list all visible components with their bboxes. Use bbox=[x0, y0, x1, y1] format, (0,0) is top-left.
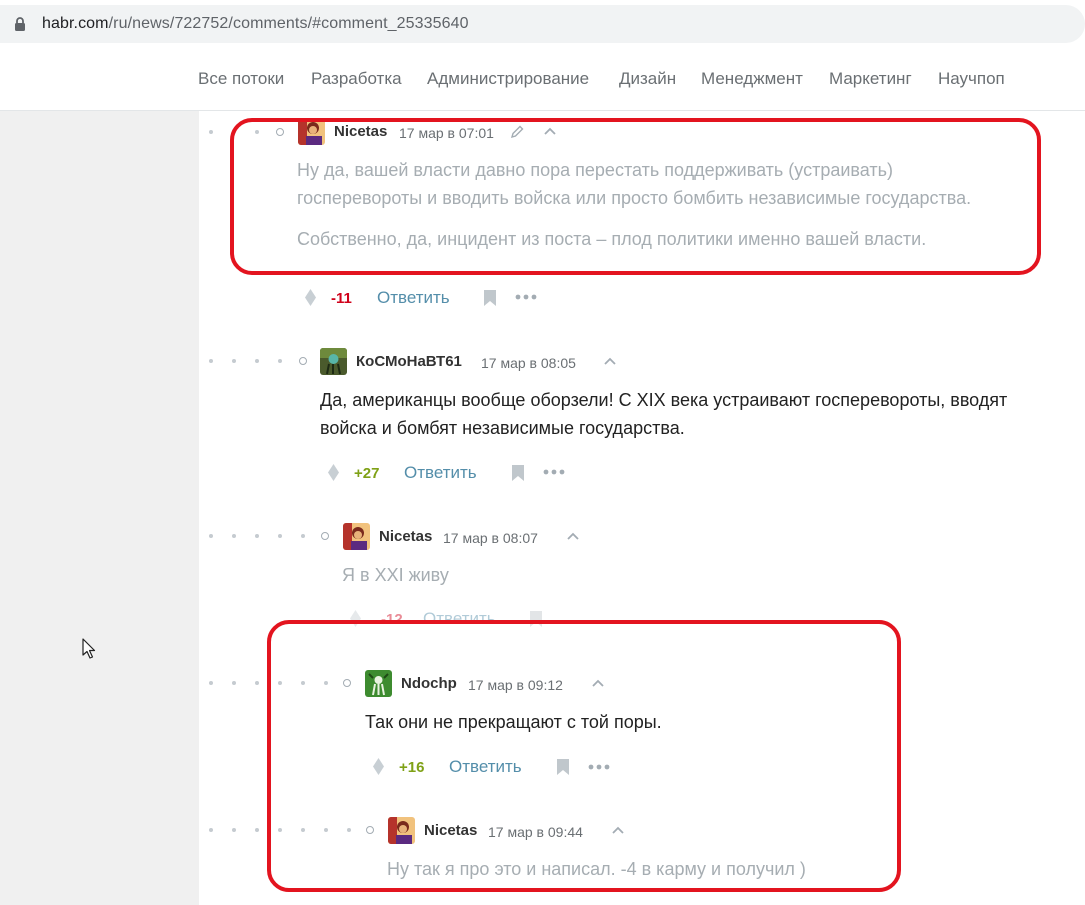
mouse-cursor-icon bbox=[82, 638, 96, 659]
url-host: habr.com bbox=[42, 15, 109, 32]
comment-score: +27 bbox=[354, 465, 380, 482]
reply-button[interactable]: Ответить bbox=[404, 463, 477, 483]
comment-score: -11 bbox=[331, 290, 352, 307]
vote-icon[interactable] bbox=[327, 463, 340, 482]
comment-text-line: Я в XXI живу bbox=[342, 565, 449, 585]
chevron-up-icon[interactable] bbox=[603, 356, 617, 366]
top-navigation: Все потоки Разработка Администрирование … bbox=[0, 47, 1085, 111]
more-options-icon[interactable] bbox=[515, 294, 537, 300]
nav-popular-science[interactable]: Научпоп bbox=[938, 69, 1005, 89]
avatar[interactable] bbox=[320, 348, 347, 375]
url-path: /ru/news/722752/comments/#comment_253356… bbox=[108, 15, 469, 32]
thread-depth-indicator bbox=[209, 532, 333, 540]
highlight-frame-bottom bbox=[267, 620, 901, 892]
comment-author[interactable]: КоСМоНаВТ61 bbox=[356, 353, 462, 370]
highlight-frame-top bbox=[230, 118, 1041, 275]
thread-depth-indicator bbox=[209, 357, 309, 365]
address-bar: habr.com/ru/news/722752/comments/#commen… bbox=[0, 0, 1085, 47]
vote-icon[interactable] bbox=[304, 288, 317, 307]
lock-icon[interactable] bbox=[14, 17, 26, 32]
nav-management[interactable]: Менеджмент bbox=[701, 69, 803, 89]
nav-design[interactable]: Дизайн bbox=[619, 69, 676, 89]
url-text[interactable]: habr.com/ru/news/722752/comments/#commen… bbox=[42, 15, 469, 33]
avatar[interactable] bbox=[343, 523, 370, 550]
comment-text-line: войска и бомбят независимые государства. bbox=[320, 418, 685, 438]
bookmark-icon[interactable] bbox=[483, 289, 497, 307]
comment-date[interactable]: 17 мар в 08:07 bbox=[443, 530, 538, 546]
url-field[interactable]: habr.com/ru/news/722752/comments/#commen… bbox=[0, 5, 1085, 43]
nav-development[interactable]: Разработка bbox=[311, 69, 402, 89]
nav-administration[interactable]: Администрирование bbox=[427, 69, 589, 89]
comment-author[interactable]: Nicetas bbox=[379, 528, 432, 545]
nav-marketing[interactable]: Маркетинг bbox=[829, 69, 912, 89]
more-options-icon[interactable] bbox=[543, 469, 565, 475]
nav-all-streams[interactable]: Все потоки bbox=[198, 69, 284, 89]
comment-text-line: Да, американцы вообще оборзели! С XIX ве… bbox=[320, 390, 1008, 410]
bookmark-icon[interactable] bbox=[511, 464, 525, 482]
reply-button[interactable]: Ответить bbox=[377, 288, 450, 308]
comment-date[interactable]: 17 мар в 08:05 bbox=[481, 355, 576, 371]
chevron-up-icon[interactable] bbox=[566, 531, 580, 541]
